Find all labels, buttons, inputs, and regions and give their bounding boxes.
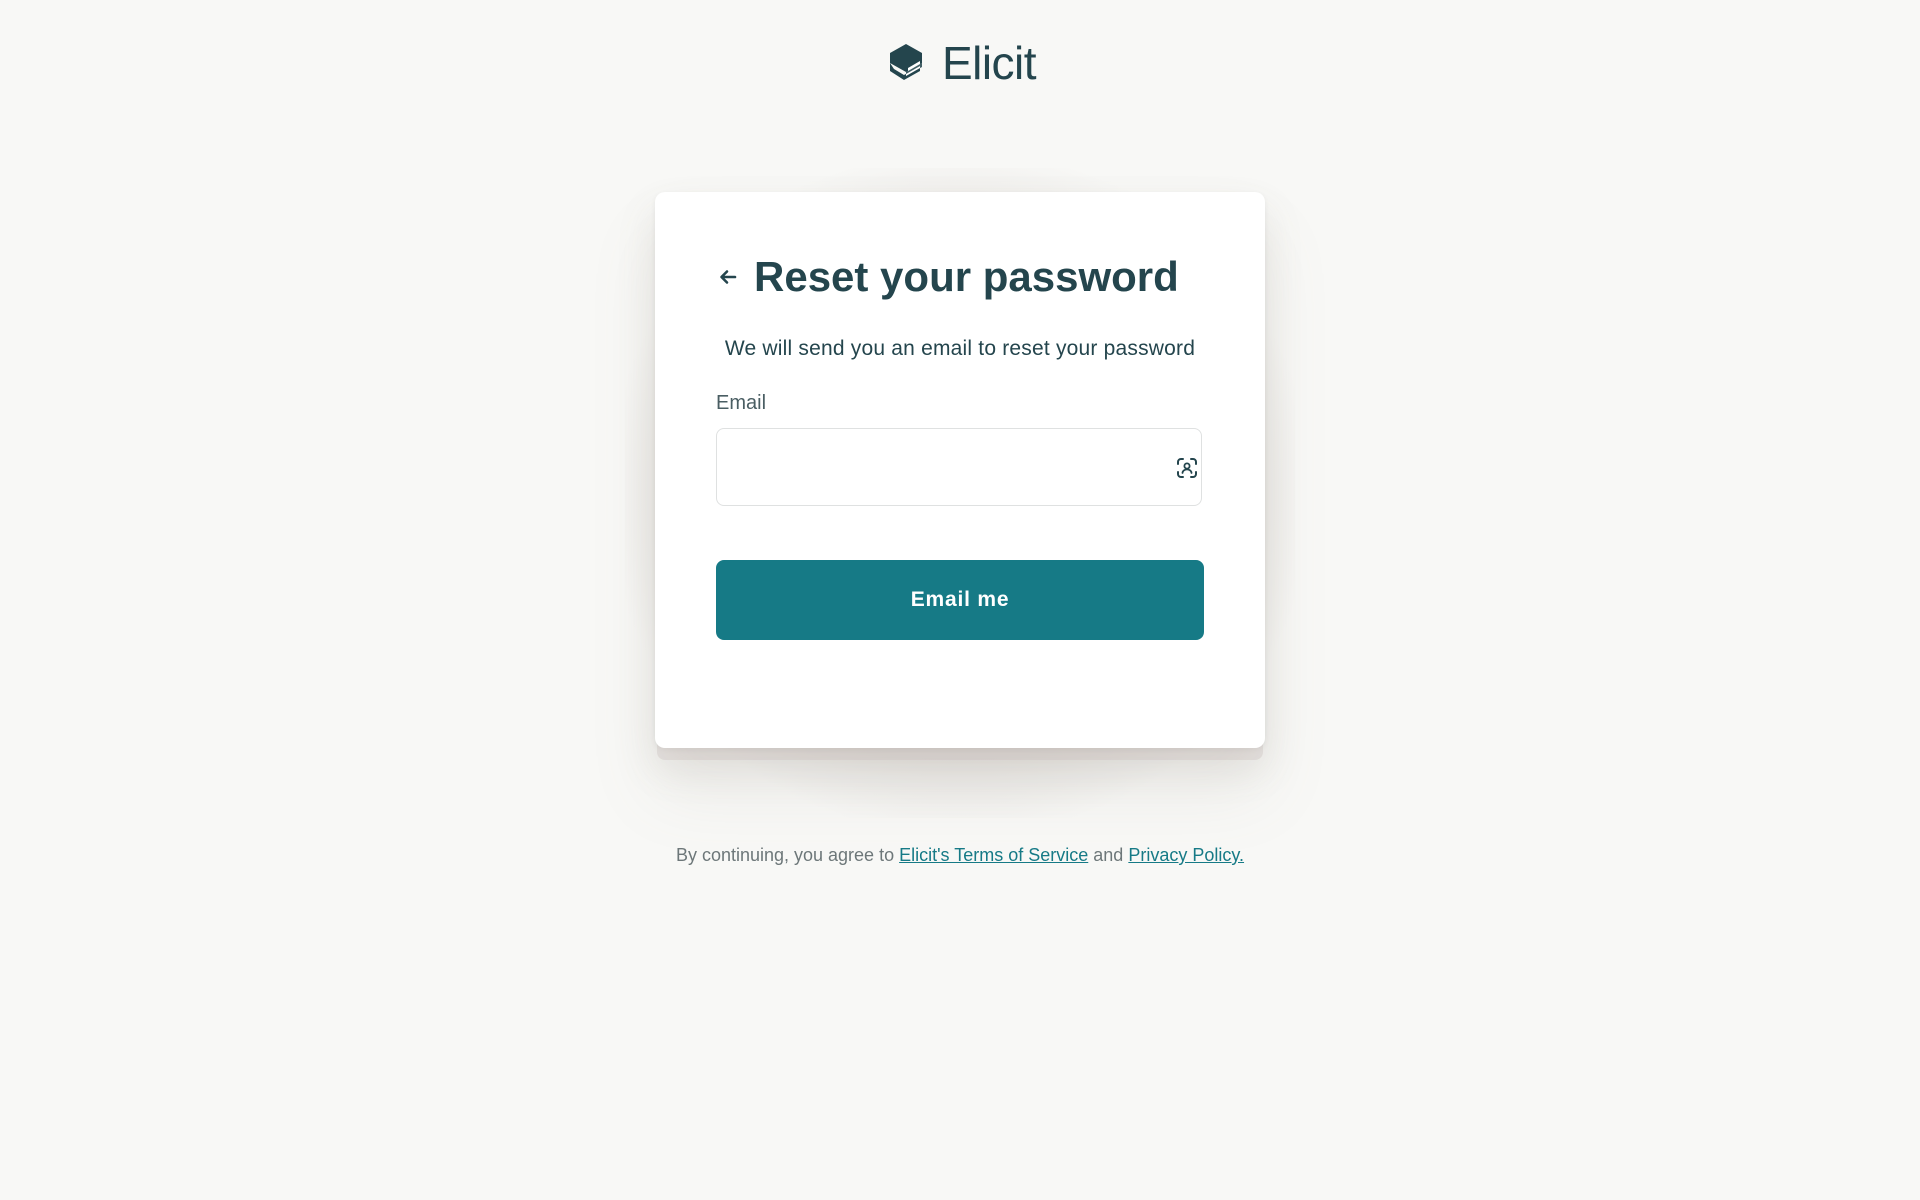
elicit-logo-icon [889, 44, 922, 80]
legal-prefix: By continuing, you agree to [675, 845, 895, 865]
email-label: Email [716, 392, 767, 414]
email-input[interactable] [717, 429, 1201, 505]
reset-password-card: Reset your password We will send you an … [655, 192, 1265, 748]
card-heading: Reset your password [716, 252, 1179, 302]
legal-notice: By continuing, you agree to Elicit's Ter… [0, 845, 1920, 866]
card-wrapper: Reset your password We will send you an … [625, 168, 1295, 818]
reset-password-page: Elicit Reset your password We will send … [0, 0, 1920, 1200]
page-subtitle: We will send you an email to reset your … [724, 337, 1196, 360]
page-title: Reset your password [754, 253, 1179, 300]
legal-conjunction: and [1093, 845, 1124, 865]
brand-header: Elicit [0, 40, 1920, 86]
terms-of-service-link[interactable]: Elicit's Terms of Service [899, 845, 1088, 865]
brand-name: Elicit [941, 37, 1037, 89]
face-scan-icon[interactable] [1175, 456, 1199, 480]
arrow-left-icon [720, 270, 737, 284]
email-me-button[interactable]: Email me [716, 560, 1204, 640]
back-button[interactable] [716, 265, 740, 289]
email-field-container [716, 428, 1202, 506]
privacy-policy-link[interactable]: Privacy Policy. [1128, 845, 1244, 865]
